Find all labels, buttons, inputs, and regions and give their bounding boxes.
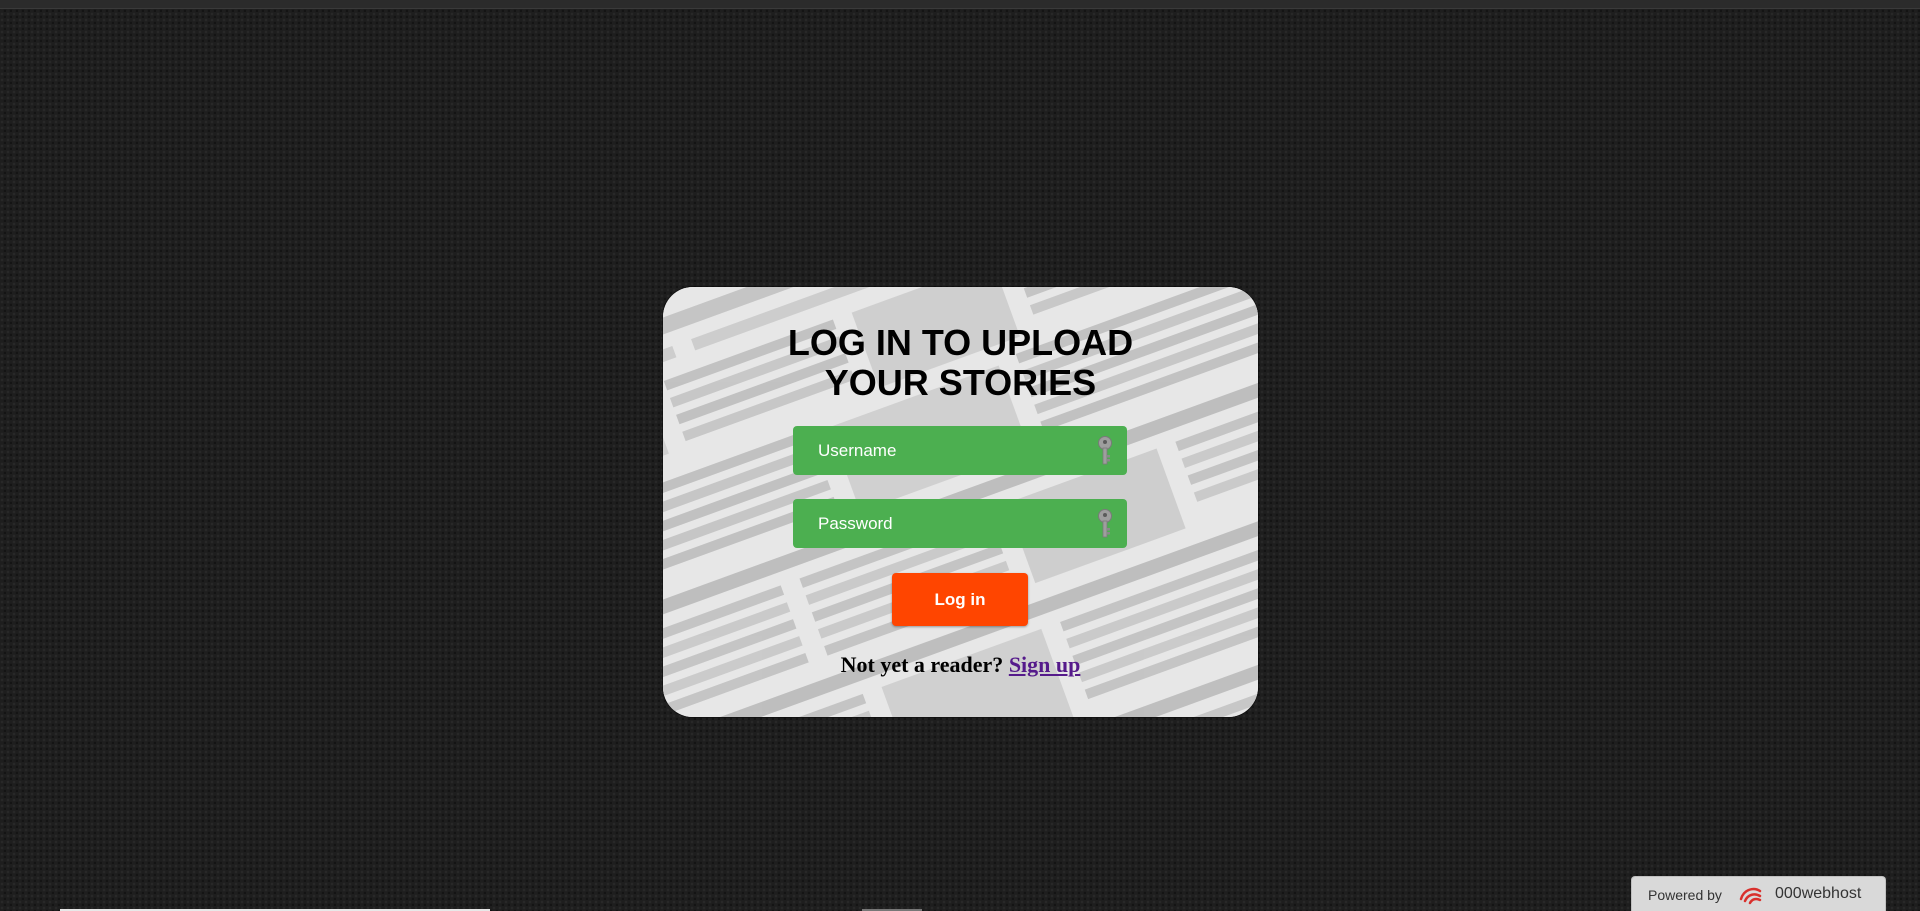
000webhost-logo-icon — [1739, 887, 1762, 905]
top-strip — [0, 0, 1920, 9]
title-line-2: YOUR STORIES — [824, 362, 1097, 403]
title-line-1: LOG IN TO UPLOAD — [787, 322, 1134, 363]
signup-link[interactable]: Sign up — [1009, 652, 1081, 677]
000webhost-brand: 000webhost — [1775, 885, 1862, 902]
login-card: LOG IN TO UPLOAD YOUR STORIES Username L… — [663, 287, 1258, 717]
powered-by-label: Powered by — [1648, 887, 1722, 903]
login-button[interactable]: Log in — [892, 573, 1028, 626]
signup-prompt-text: Not yet a reader? — [840, 652, 1004, 677]
page-title: LOG IN TO UPLOAD YOUR STORIES — [663, 323, 1258, 403]
password-field-container — [793, 499, 1127, 548]
key-icon — [1098, 436, 1112, 465]
powered-by-badge[interactable]: Powered by 000webhost — [1631, 876, 1886, 911]
password-input[interactable] — [793, 499, 1083, 548]
username-field-container — [793, 426, 1127, 475]
key-icon — [1098, 509, 1112, 538]
login-form: LOG IN TO UPLOAD YOUR STORIES Username L… — [663, 287, 1258, 717]
signup-prompt-line: Not yet a reader? Sign up — [663, 652, 1258, 678]
username-input[interactable] — [793, 426, 1083, 475]
